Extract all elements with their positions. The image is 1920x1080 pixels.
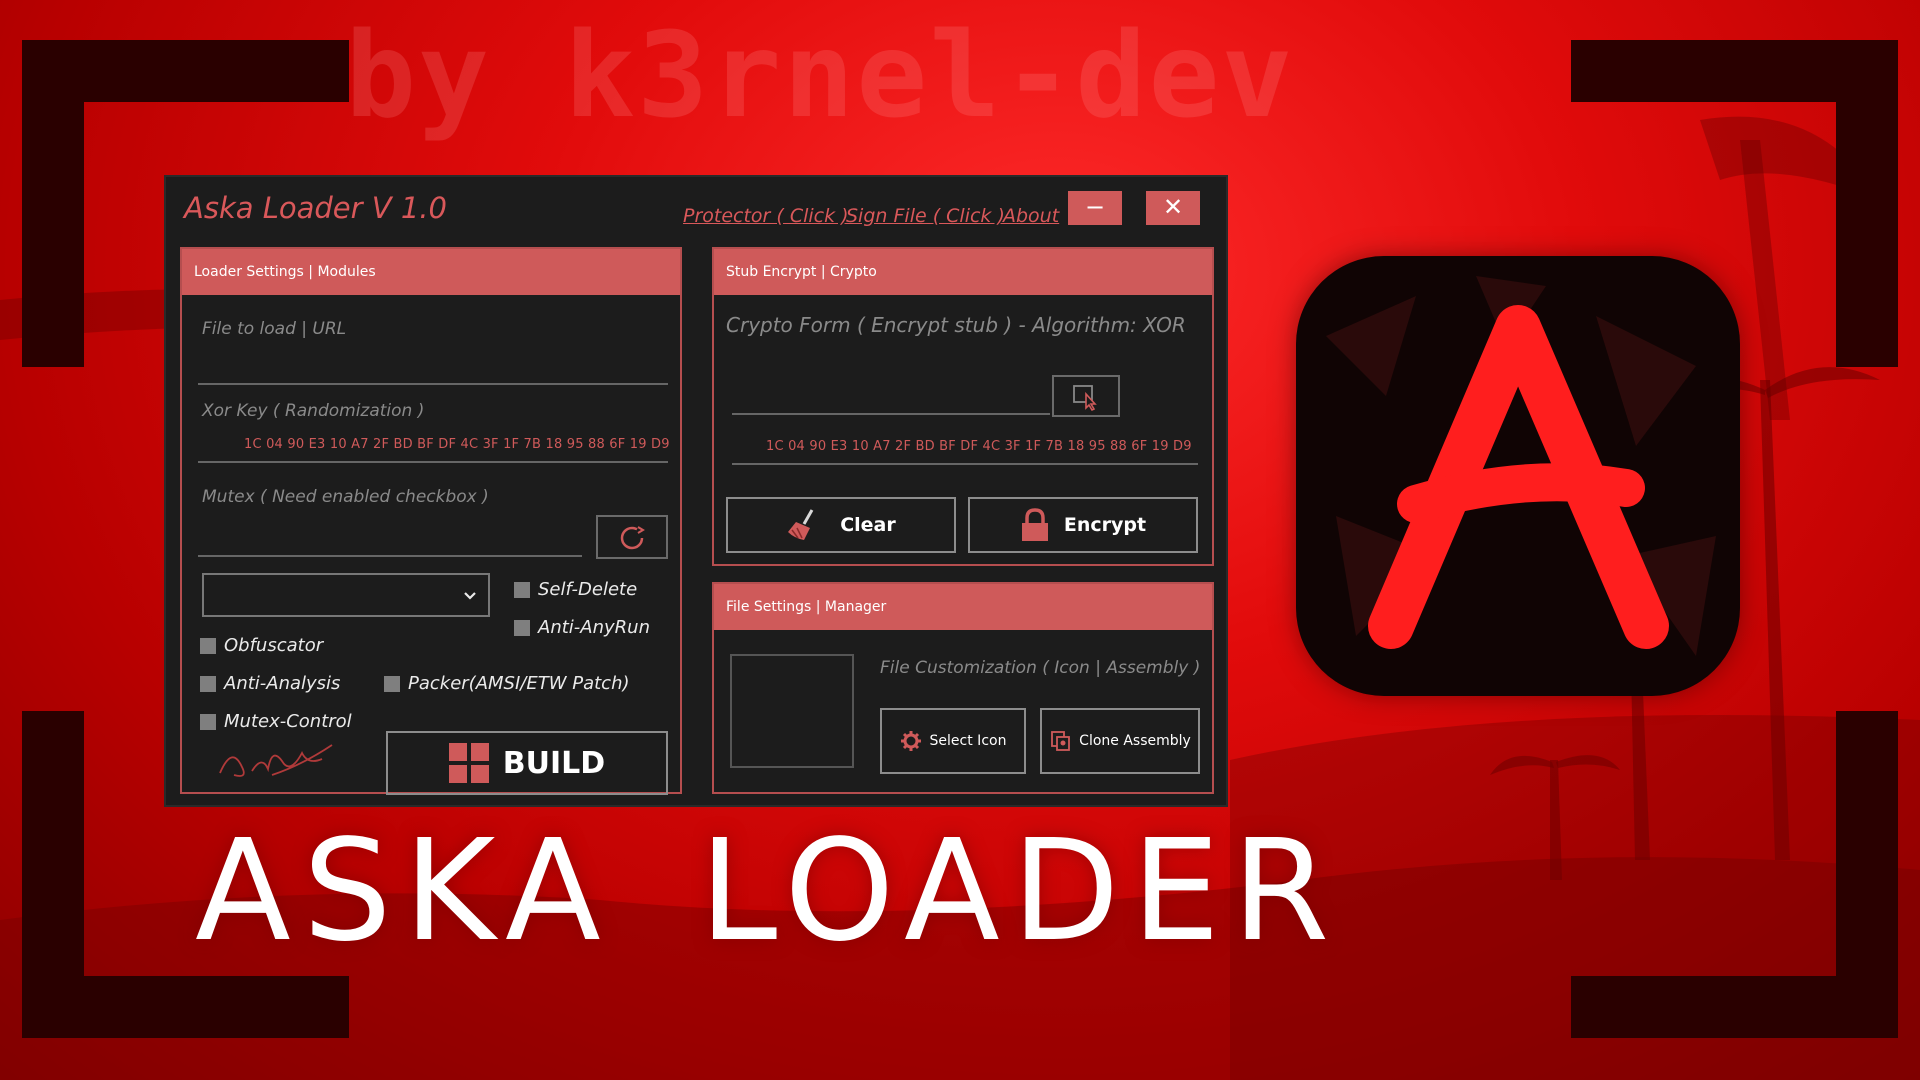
build-button[interactable]: BUILD (386, 731, 668, 795)
encrypt-label: Encrypt (1063, 514, 1147, 536)
mutex-control-label: Mutex-Control (224, 711, 352, 732)
file-url-underline (198, 383, 668, 385)
sign-file-link[interactable]: Sign File ( Click ) (846, 205, 1005, 227)
lock-icon (1021, 508, 1048, 541)
loader-settings-header: Loader Settings | Modules (182, 249, 680, 295)
checkbox-square (200, 713, 216, 730)
crypto-form-label: Crypto Form ( Encrypt stub ) - Algorithm… (726, 313, 1186, 337)
mutex-underline (198, 555, 582, 557)
broom-icon (788, 509, 814, 540)
select-icon-label: Select Icon (929, 733, 1007, 749)
select-icon-button[interactable]: Select Icon (880, 708, 1026, 774)
xor-key-label: Xor Key ( Randomization ) (202, 401, 425, 421)
file-settings-panel: File Settings | Manager File Customizati… (712, 582, 1214, 794)
cursor-click-icon (1073, 385, 1097, 412)
windows-logo-icon (448, 743, 489, 783)
stub-encrypt-header: Stub Encrypt | Crypto (714, 249, 1212, 295)
crypto-path-underline[interactable] (732, 413, 1050, 415)
author-watermark: by k3rnel-dev (345, 6, 1295, 144)
anti-analysis-checkbox[interactable]: Anti-Analysis (200, 673, 340, 694)
checkbox-square (514, 619, 530, 636)
clone-assembly-button[interactable]: Clone Assembly (1040, 708, 1200, 774)
packer-checkbox[interactable]: Packer(AMSI/ETW Patch) (384, 673, 630, 694)
refresh-icon (620, 526, 645, 550)
xor-key-underline (198, 461, 668, 463)
mutex-control-checkbox[interactable]: Mutex-Control (200, 711, 352, 732)
minimize-button[interactable]: − (1068, 191, 1122, 225)
anti-anyrun-checkbox[interactable]: Anti-AnyRun (514, 617, 650, 638)
frame-corner-bottom-right (1571, 711, 1898, 1038)
protector-link[interactable]: Protector ( Click ) (683, 205, 849, 227)
checkbox-square (200, 637, 216, 654)
file-settings-header: File Settings | Manager (714, 584, 1212, 630)
checkbox-square (200, 675, 216, 692)
title-bar[interactable]: Aska Loader V 1.0 Protector ( Click ) Si… (166, 177, 1226, 237)
gear-icon (900, 731, 921, 751)
clear-label: Clear (840, 514, 896, 536)
browse-stub-button[interactable] (1052, 375, 1120, 417)
chevron-down-icon (464, 592, 476, 600)
obfuscator-label: Obfuscator (224, 635, 324, 656)
build-label: BUILD (502, 745, 606, 781)
self-delete-label: Self-Delete (538, 579, 638, 600)
aska-loader-window: Aska Loader V 1.0 Protector ( Click ) Si… (164, 175, 1228, 807)
mutex-input[interactable]: Mutex ( Need enabled checkbox ) (202, 487, 489, 507)
packer-label: Packer(AMSI/ETW Patch) (408, 673, 630, 694)
stub-key-value[interactable]: 1C 04 90 E3 10 A7 2F BD BF DF 4C 3F 1F 7… (766, 439, 1192, 454)
obfuscator-checkbox[interactable]: Obfuscator (200, 635, 323, 656)
anti-analysis-label: Anti-Analysis (224, 673, 341, 694)
close-button[interactable]: ✕ (1146, 191, 1200, 225)
self-delete-checkbox[interactable]: Self-Delete (514, 579, 637, 600)
refresh-mutex-button[interactable] (596, 515, 668, 559)
stub-encrypt-panel: Stub Encrypt | Crypto Crypto Form ( Encr… (712, 247, 1214, 566)
window-title: Aska Loader V 1.0 (184, 191, 447, 225)
loader-settings-panel: Loader Settings | Modules File to load |… (180, 247, 682, 795)
stub-key-underline (732, 463, 1198, 465)
module-dropdown[interactable] (202, 573, 490, 617)
clone-icon (1051, 731, 1071, 751)
encrypt-button[interactable]: Encrypt (968, 497, 1198, 553)
anti-anyrun-label: Anti-AnyRun (538, 617, 650, 638)
about-link[interactable]: About (1003, 205, 1059, 227)
icon-preview-box (730, 654, 854, 768)
app-logo: A (1296, 256, 1740, 696)
checkbox-square (384, 675, 400, 692)
author-signature-icon (219, 744, 333, 777)
xor-key-value[interactable]: 1C 04 90 E3 10 A7 2F BD BF DF 4C 3F 1F 7… (244, 437, 670, 452)
checkbox-square (514, 581, 530, 598)
letter-a-logo-icon (1326, 276, 1716, 656)
file-url-input[interactable]: File to load | URL (202, 319, 346, 339)
clone-assembly-label: Clone Assembly (1079, 733, 1191, 749)
file-customization-label: File Customization ( Icon | Assembly ) (880, 658, 1201, 678)
headline-title: ASKA LOADER (195, 810, 1342, 973)
clear-button[interactable]: Clear (726, 497, 956, 553)
